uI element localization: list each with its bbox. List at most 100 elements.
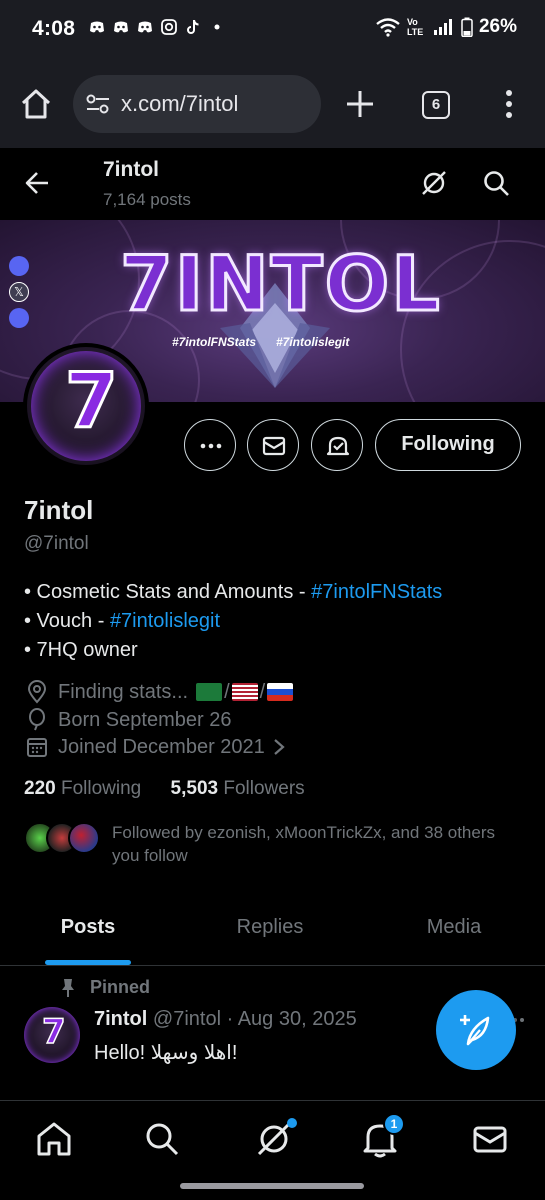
discord-icon bbox=[136, 18, 154, 36]
pinned-text: Pinned bbox=[90, 977, 151, 997]
compose-post-button[interactable] bbox=[436, 990, 516, 1070]
discord-icon bbox=[112, 18, 130, 36]
post-header: 7intol @7intol · Aug 30, 2025 bbox=[94, 1008, 357, 1031]
location-pin-icon bbox=[27, 680, 47, 704]
discord-icon bbox=[9, 256, 29, 276]
signal-icon bbox=[433, 19, 452, 35]
followers-count: 5,503 bbox=[170, 778, 219, 799]
bio-line: • Vouch - #7intolislegit bbox=[24, 607, 442, 636]
status-right: Vo LTE 26% bbox=[375, 16, 517, 38]
tab-switcher-button[interactable]: 6 bbox=[422, 91, 450, 119]
post-handle-date: @7intol · Aug 30, 2025 bbox=[152, 1008, 357, 1030]
banner-logo: 7INTOL bbox=[119, 239, 442, 328]
discord-icon bbox=[88, 18, 106, 36]
profile-name: 7intol bbox=[24, 495, 94, 525]
post-count: 7,164 posts bbox=[103, 190, 191, 209]
more-options-button[interactable] bbox=[184, 419, 236, 471]
active-tab-indicator bbox=[45, 960, 131, 965]
post-avatar[interactable]: 7 bbox=[24, 1007, 80, 1063]
followers-link[interactable]: 5,503 Followers bbox=[171, 778, 305, 799]
bio-text: • Vouch - bbox=[24, 610, 110, 632]
us-flag-icon bbox=[231, 683, 258, 701]
banner-hashtag-stats: #7intolFNStats bbox=[172, 335, 257, 349]
url-text: x.com/7intol bbox=[121, 91, 239, 116]
following-link[interactable]: 220 Following bbox=[24, 778, 141, 799]
back-arrow-icon[interactable] bbox=[24, 170, 50, 196]
calendar-icon bbox=[27, 738, 47, 757]
following-button[interactable]: Following bbox=[375, 419, 521, 471]
location-row: Finding stats... / / bbox=[26, 680, 295, 704]
more-vertical-icon[interactable] bbox=[497, 88, 521, 120]
address-bar[interactable]: x.com/7intol bbox=[73, 75, 321, 133]
wifi-icon bbox=[376, 18, 400, 37]
home-icon[interactable] bbox=[18, 86, 54, 122]
youtube-icon bbox=[9, 308, 29, 328]
flag-separator: / bbox=[259, 680, 266, 703]
banner-social-icons: 𝕏 bbox=[9, 256, 29, 328]
gesture-bar[interactable] bbox=[180, 1183, 364, 1189]
mutual-avatars[interactable] bbox=[24, 822, 104, 856]
tiktok-icon bbox=[184, 18, 202, 36]
followed-by-text[interactable]: Followed by ezonish, xMoonTrickZx, and 3… bbox=[112, 821, 512, 867]
location-text: Finding stats... bbox=[58, 680, 189, 703]
bell-check-icon bbox=[326, 436, 350, 456]
followers-label: Followers bbox=[223, 778, 305, 799]
hashtag-link[interactable]: #7intolFNStats bbox=[311, 581, 442, 603]
joined-row[interactable]: Joined December 2021 bbox=[26, 735, 297, 759]
tab-posts[interactable]: Posts bbox=[0, 893, 176, 965]
birthday-text: Born September 26 bbox=[58, 708, 232, 731]
follow-counts: 220 Following 5,503 Followers bbox=[24, 778, 305, 800]
new-tab-icon[interactable] bbox=[344, 88, 376, 120]
search-icon[interactable] bbox=[482, 169, 510, 197]
status-time: 4:08 bbox=[32, 17, 76, 40]
notifications-button[interactable] bbox=[311, 419, 363, 471]
status-bar: 4:08 Vo LTE 26% bbox=[0, 0, 545, 60]
battery-level: 26% bbox=[478, 16, 517, 37]
tab-replies[interactable]: Replies bbox=[182, 893, 358, 965]
post-author[interactable]: 7intol bbox=[94, 1008, 147, 1030]
birthday-row: Born September 26 bbox=[26, 708, 231, 732]
flag-separator: / bbox=[224, 680, 230, 703]
hashtag-link[interactable]: #7intolislegit bbox=[110, 610, 220, 632]
header-name: 7intol bbox=[103, 158, 159, 181]
mail-icon bbox=[262, 436, 286, 456]
x-logo-icon: 𝕏 bbox=[9, 282, 29, 302]
avatar-logo: 7 bbox=[64, 356, 120, 445]
site-settings-icon[interactable] bbox=[85, 93, 111, 115]
pinned-label: Pinned bbox=[60, 977, 150, 998]
grok-icon[interactable] bbox=[420, 169, 448, 197]
compose-feather-icon bbox=[460, 1015, 490, 1046]
pin-icon bbox=[62, 978, 74, 997]
home-icon[interactable] bbox=[34, 1119, 74, 1159]
profile-tabs: Posts Replies Media bbox=[0, 893, 545, 966]
profile-avatar[interactable]: 7 bbox=[23, 343, 149, 469]
more-horizontal-icon bbox=[200, 443, 222, 449]
bio-line: • 7HQ owner bbox=[24, 639, 138, 661]
dot-icon bbox=[208, 18, 226, 36]
browser-toolbar: x.com/7intol 6 bbox=[0, 60, 545, 148]
network-label: Vo LTE bbox=[406, 17, 424, 37]
message-button[interactable] bbox=[247, 419, 299, 471]
avatar-logo: 7 bbox=[41, 1012, 66, 1052]
instagram-icon bbox=[160, 18, 178, 36]
battery-icon bbox=[461, 17, 473, 37]
post-text[interactable]: Hello! اهلا وسهلا! bbox=[94, 1040, 237, 1065]
tab-media[interactable]: Media bbox=[366, 893, 542, 965]
avatar bbox=[68, 822, 100, 854]
chevron-right-icon bbox=[274, 739, 285, 755]
following-count: 220 bbox=[24, 778, 56, 799]
bio-line: • Cosmetic Stats and Amounts - #7intolFN… bbox=[24, 578, 442, 607]
profile-bio: • Cosmetic Stats and Amounts - #7intolFN… bbox=[24, 578, 442, 665]
search-icon[interactable] bbox=[142, 1119, 182, 1159]
messages-icon[interactable] bbox=[470, 1119, 510, 1159]
saudi-flag-icon bbox=[196, 683, 223, 701]
grok-indicator-dot bbox=[287, 1118, 297, 1128]
balloon-icon bbox=[29, 708, 45, 731]
profile-header: 7intol 7,164 posts bbox=[0, 148, 545, 220]
notification-icons bbox=[88, 18, 226, 36]
russia-flag-icon bbox=[267, 683, 294, 701]
joined-text: Joined December 2021 bbox=[58, 735, 265, 758]
banner-hashtag-legit: #7intolislegit bbox=[276, 335, 350, 349]
bio-text: • Cosmetic Stats and Amounts - bbox=[24, 581, 312, 603]
notification-badge: 1 bbox=[383, 1113, 405, 1135]
